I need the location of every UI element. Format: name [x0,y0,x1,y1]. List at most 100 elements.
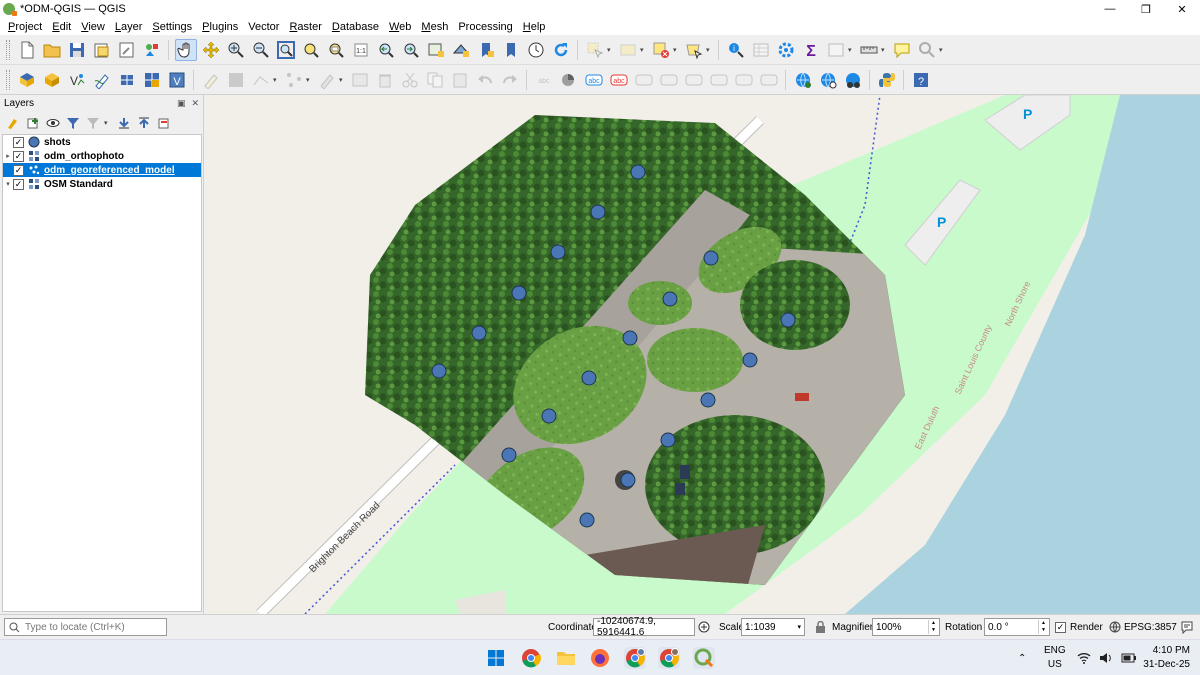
quickmapservices-icon[interactable] [792,69,814,91]
menu-settings[interactable]: Settings [147,21,197,33]
data-source-manager-icon[interactable] [16,69,38,91]
toggle-editing-icon[interactable] [200,69,222,91]
shot-point[interactable] [550,244,566,260]
deselect-all-icon[interactable] [650,39,672,61]
shot-point[interactable] [579,512,595,528]
menu-database[interactable]: Database [327,21,384,33]
render-checkbox[interactable]: ✓ [1055,621,1066,633]
menu-mesh[interactable]: Mesh [416,21,453,33]
filter-legend-icon[interactable] [64,115,81,132]
map-tips-icon[interactable] [891,39,913,61]
manage-visibility-icon[interactable] [44,115,61,132]
zoom-out-icon[interactable] [250,39,272,61]
layer-row-odm-georeferenced-model[interactable]: ✓ odm_georeferenced_model [3,163,201,177]
shot-point[interactable] [471,325,487,341]
undo-icon[interactable] [474,69,496,91]
zoom-full-icon[interactable] [275,39,297,61]
cut-features-icon[interactable] [399,69,421,91]
lock-scale-icon[interactable] [815,621,826,633]
qms-search-icon[interactable] [817,69,839,91]
digitize-icon[interactable] [91,69,113,91]
paste-features-icon[interactable] [449,69,471,91]
language-indicator[interactable]: ENG US [1044,644,1066,672]
show-bookmarks-icon[interactable] [500,39,522,61]
shot-point[interactable] [742,352,758,368]
layer-row-osm-standard[interactable]: ▾ ✓ OSM Standard [3,177,201,191]
open-attribute-table-icon[interactable] [750,39,772,61]
new-map-view-icon[interactable] [425,39,447,61]
layer-row-shots[interactable]: ✓ shots [3,135,201,149]
select-by-value-icon[interactable] [617,39,639,61]
filter-by-expression-icon[interactable] [84,115,101,132]
layer-visibility-checkbox[interactable]: ✓ [13,178,24,190]
move-label-icon[interactable] [683,69,705,91]
wifi-icon[interactable] [1077,652,1091,664]
show-hidden-icons-icon[interactable]: ⌃ [1018,653,1026,664]
shot-point[interactable] [581,370,597,386]
start-button[interactable] [485,647,507,669]
delete-selected-icon[interactable] [374,69,396,91]
temporal-controller-icon[interactable] [525,39,547,61]
open-project-icon[interactable] [41,39,63,61]
taskbar-chrome-profile-2[interactable] [658,647,680,669]
layer-visibility-checkbox[interactable]: ✓ [13,150,24,162]
help-contents-icon[interactable]: ? [910,69,932,91]
rotate-label-icon[interactable] [708,69,730,91]
menu-web[interactable]: Web [384,21,416,33]
zoom-native-icon[interactable]: 1:1 [350,39,372,61]
shot-point[interactable] [700,392,716,408]
new-project-icon[interactable] [16,39,38,61]
volume-icon[interactable] [1099,652,1113,664]
minimize-button[interactable]: — [1092,0,1128,18]
layout-manager-icon[interactable] [116,39,138,61]
add-group-icon[interactable] [24,115,41,132]
show-hide-labels-icon[interactable] [658,69,680,91]
coordinate-field[interactable]: -10240674.9, 5916441.6 [593,616,695,638]
redo-icon[interactable] [499,69,521,91]
statistical-summary-icon[interactable]: Σ [800,39,822,61]
diagram-options-icon[interactable] [558,69,580,91]
zoom-next-icon[interactable] [400,39,422,61]
magnifier-spinbox[interactable]: 100% ▲ ▼ [872,618,940,636]
shot-point[interactable] [630,164,646,180]
identify-features-icon[interactable]: i [725,39,747,61]
menu-processing[interactable]: Processing [453,21,517,33]
menu-help[interactable]: Help [518,21,551,33]
shot-point[interactable] [622,330,638,346]
menu-project[interactable]: Project [3,21,47,33]
highlight-pinned-labels-icon[interactable]: abc [608,69,630,91]
shot-point[interactable] [620,472,636,488]
menu-view[interactable]: View [76,21,110,33]
vertex-tool-icon[interactable] [283,69,305,91]
taskbar-chrome[interactable] [520,647,542,669]
float-panel-icon[interactable]: ▣ [177,98,186,109]
system-clock[interactable]: 4:10 PM 31-Dec-25 [1143,644,1190,672]
map-canvas[interactable]: P P Brighton Beach Road North Shore Sain… [205,95,1200,614]
close-panel-icon[interactable]: ✕ [191,98,199,109]
rotation-spinbox[interactable]: 0.0 ° ▲ ▼ [984,618,1050,636]
layer-visibility-checkbox[interactable]: ✓ [13,136,24,148]
refresh-icon[interactable] [550,39,572,61]
field-calculator-icon[interactable] [825,39,847,61]
openlayers-plugin-icon[interactable] [842,69,864,91]
shot-point[interactable] [511,285,527,301]
add-raster-layer-icon[interactable] [141,69,163,91]
messages-icon[interactable] [1180,620,1194,634]
shot-point[interactable] [703,250,719,266]
save-edits-icon[interactable] [225,69,247,91]
label-tool-icon[interactable]: abc [533,69,555,91]
new-3d-map-view-icon[interactable] [450,39,472,61]
select-location-icon[interactable] [683,39,705,61]
spinbox-arrows-icon[interactable]: ▲ ▼ [928,620,936,634]
add-mesh-layer-icon[interactable] [116,69,138,91]
remove-layer-icon[interactable] [155,115,172,132]
taskbar-file-explorer[interactable] [555,647,577,669]
menu-layer[interactable]: Layer [110,21,148,33]
locator-search-icon[interactable] [916,39,938,61]
expand-arrow-icon[interactable]: ▸ [3,152,13,160]
shot-point[interactable] [431,363,447,379]
attribute-table-edit-icon[interactable] [349,69,371,91]
modify-attributes-icon[interactable] [316,69,338,91]
toggle-extents-icon[interactable] [698,621,710,633]
close-button[interactable]: ✕ [1164,0,1200,18]
